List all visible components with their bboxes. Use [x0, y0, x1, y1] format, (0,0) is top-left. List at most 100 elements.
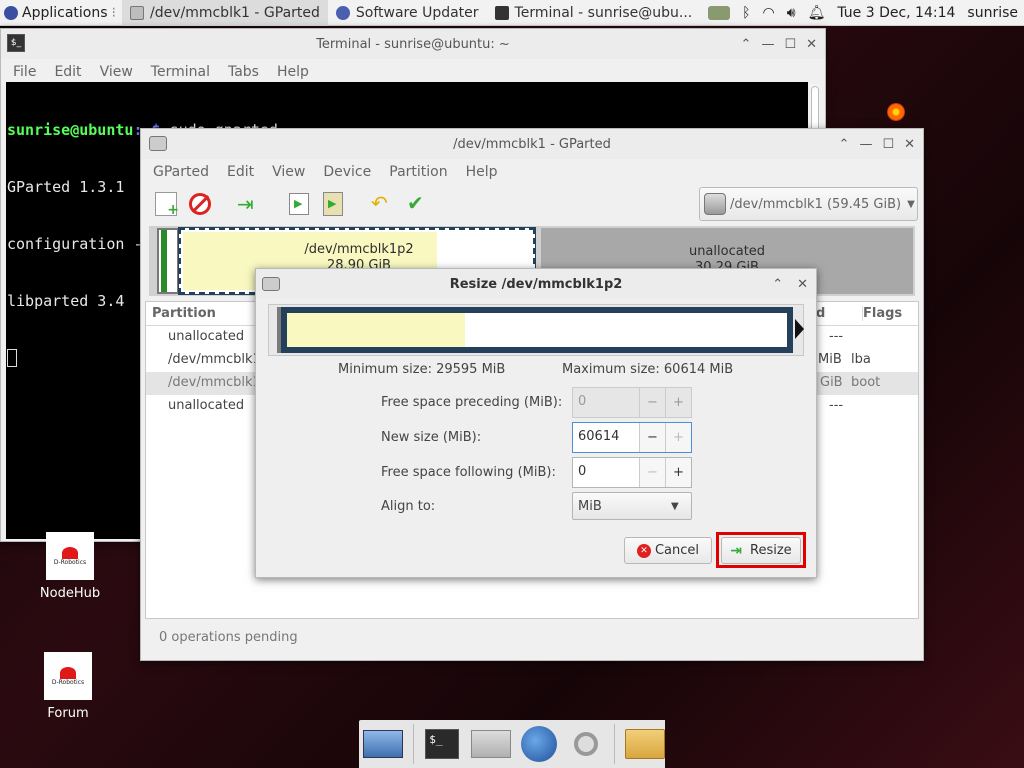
free-preceding-spin[interactable]: 0 − +	[572, 387, 692, 418]
new-partition-icon[interactable]: +	[155, 192, 179, 218]
desktop-icon-label: NodeHub	[39, 586, 101, 601]
increment-icon[interactable]: +	[665, 458, 691, 487]
column-partition[interactable]: Partition	[152, 306, 216, 321]
menu-partition[interactable]: Partition	[380, 164, 456, 180]
cell-flags: boot	[851, 375, 881, 390]
free-following-spin[interactable]: 0 − +	[572, 457, 692, 488]
apply-icon[interactable]: ✔	[407, 191, 424, 215]
free-preceding-input[interactable]: 0	[573, 388, 639, 417]
desktop-icon-forum[interactable]: D-Robotics Forum	[28, 652, 108, 721]
partition-map-p1[interactable]	[157, 228, 179, 294]
cancel-button[interactable]: ✕ Cancel	[624, 537, 712, 564]
window-title: Terminal - sunrise@ubuntu: ~	[316, 36, 510, 52]
desktop-icon-nodehub[interactable]: D-Robotics NodeHub	[30, 532, 110, 601]
collapse-icon[interactable]: ⌃	[741, 37, 752, 52]
network-icon[interactable]	[708, 5, 731, 20]
dropdown-arrow-icon: ▼	[671, 500, 679, 512]
menu-device[interactable]: Device	[314, 164, 380, 180]
collapse-icon[interactable]: ⌃	[839, 137, 850, 152]
new-size-spin[interactable]: 60614 − +	[572, 422, 692, 453]
resize-partition-box[interactable]	[281, 307, 793, 353]
terminal-app-icon: $_	[7, 34, 25, 52]
menu-gparted[interactable]: GParted	[144, 164, 218, 180]
column-flags[interactable]: Flags	[862, 306, 902, 321]
maximize-icon[interactable]: ☐	[784, 37, 796, 52]
menu-file[interactable]: File	[4, 64, 45, 80]
increment-icon[interactable]: +	[665, 388, 691, 417]
align-dropdown[interactable]: MiB ▼	[572, 492, 692, 520]
dock: $_	[359, 720, 665, 768]
device-label: /dev/mmcblk1 (59.45 GiB)	[730, 196, 902, 212]
minimize-icon[interactable]: —	[761, 37, 774, 52]
menu-terminal[interactable]: Terminal	[142, 64, 219, 80]
p2-name: /dev/mmcblk1p2	[304, 242, 414, 257]
copy-icon[interactable]: ▶	[289, 193, 309, 215]
decrement-icon[interactable]: −	[639, 423, 665, 452]
resize-arrow-icon: ⇥	[730, 542, 743, 559]
logo-text: D-Robotics	[51, 678, 85, 686]
terminal-titlebar[interactable]: $_ Terminal - sunrise@ubuntu: ~ ⌃ — ☐ ✕	[1, 29, 825, 59]
close-icon[interactable]: ✕	[797, 277, 808, 292]
task-terminal[interactable]: Terminal - sunrise@ubu...	[487, 0, 701, 26]
resize-button[interactable]: ⇥ Resize	[721, 537, 801, 564]
device-selector[interactable]: /dev/mmcblk1 (59.45 GiB) ▼	[699, 187, 918, 221]
dialog-titlebar[interactable]: Resize /dev/mmcblk1p2 ⌃ ✕	[256, 269, 816, 299]
cell-partition: /dev/mmcblk1	[168, 352, 261, 367]
terminal-dock-icon[interactable]: $_	[424, 724, 461, 764]
web-browser-icon[interactable]	[521, 724, 558, 764]
free-following-label: Free space following (MiB):	[381, 465, 556, 480]
clock[interactable]: Tue 3 Dec, 14:14	[837, 5, 955, 21]
resize-partition-inner	[287, 313, 787, 347]
updater-icon	[335, 5, 350, 20]
close-icon[interactable]: ✕	[806, 37, 817, 52]
delete-icon[interactable]	[189, 193, 211, 215]
close-icon[interactable]: ✕	[904, 137, 915, 152]
wifi-icon[interactable]: ◠	[763, 5, 775, 21]
menu-help[interactable]: Help	[457, 164, 507, 180]
notification-bell-icon[interactable]: 🔔︎	[808, 5, 826, 21]
status-bar: 0 operations pending	[159, 630, 298, 645]
gparted-titlebar[interactable]: /dev/mmcblk1 - GParted ⌃ — ☐ ✕	[141, 129, 923, 159]
d-robotics-logo-icon: D-Robotics	[44, 652, 92, 700]
desktop-icon-label: Forum	[47, 706, 89, 721]
decrement-icon[interactable]: −	[639, 458, 665, 487]
home-folder-icon[interactable]	[470, 724, 511, 764]
cell-partition: unallocated	[168, 398, 245, 413]
menu-tabs[interactable]: Tabs	[219, 64, 268, 80]
menu-view[interactable]: View	[91, 64, 142, 80]
show-desktop-icon[interactable]	[363, 724, 403, 764]
menu-help[interactable]: Help	[268, 64, 318, 80]
separator-icon: ⁝	[111, 4, 116, 21]
gparted-icon	[129, 5, 144, 20]
resize-move-icon[interactable]: ⇥	[237, 193, 263, 215]
minimize-icon[interactable]: —	[859, 137, 872, 152]
user-name[interactable]: sunrise	[967, 5, 1018, 21]
undo-icon[interactable]: ↶	[371, 191, 388, 215]
resize-graphic[interactable]	[268, 304, 804, 356]
increment-icon[interactable]: +	[665, 423, 691, 452]
resize-handle-right[interactable]	[795, 319, 804, 339]
menu-edit[interactable]: Edit	[45, 64, 90, 80]
files-folder-icon[interactable]	[625, 724, 665, 764]
task-label: /dev/mmcblk1 - GParted	[149, 4, 320, 21]
menu-view[interactable]: View	[263, 164, 314, 180]
maximize-icon[interactable]: ☐	[882, 137, 894, 152]
menu-edit[interactable]: Edit	[218, 164, 263, 180]
free-following-input[interactable]: 0	[573, 458, 639, 487]
bluetooth-icon[interactable]: ᛒ	[742, 5, 750, 21]
toolbar: + ⇥ ▶ ▶ ↶ ✔ /dev/mmcblk1 (59.45 GiB) ▼	[141, 185, 923, 225]
search-icon[interactable]	[567, 724, 604, 764]
task-software-updater[interactable]: Software Updater	[328, 0, 487, 26]
orange-indicator-icon	[887, 103, 905, 121]
new-size-input[interactable]: 60614	[573, 423, 639, 452]
paste-icon[interactable]: ▶	[323, 192, 343, 216]
logo-text: D-Robotics	[53, 558, 87, 566]
collapse-icon[interactable]: ⌃	[772, 277, 783, 292]
prompt-user: sunrise@ubuntu	[7, 121, 134, 139]
volume-icon[interactable]: 🔊︎	[787, 5, 796, 21]
decrement-icon[interactable]: −	[639, 388, 665, 417]
column-used[interactable]: d	[816, 306, 825, 321]
task-gparted[interactable]: /dev/mmcblk1 - GParted	[121, 0, 328, 26]
terminal-icon	[494, 5, 509, 20]
applications-menu[interactable]: Applications ⁝	[0, 0, 122, 26]
